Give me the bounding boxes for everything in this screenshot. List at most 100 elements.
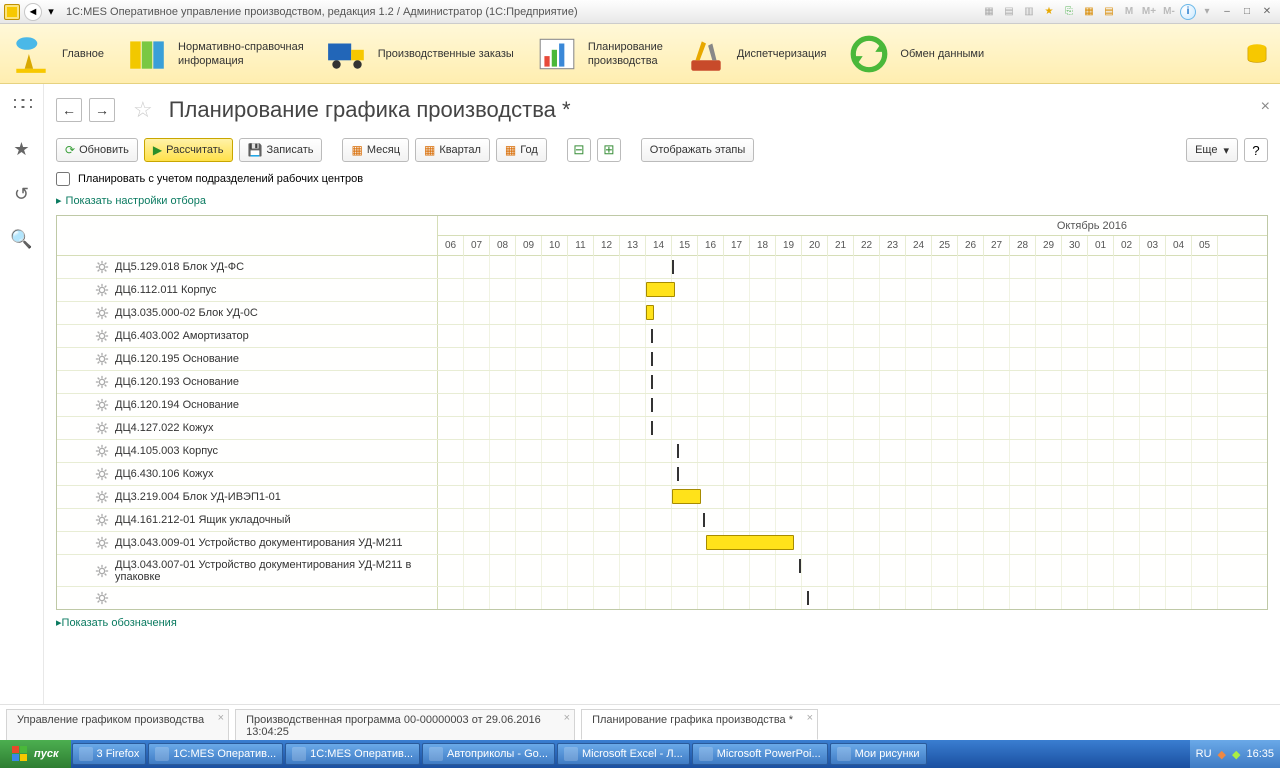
gantt-row[interactable]: ДЦ6.120.195 Основание	[57, 348, 1267, 371]
gantt-marker	[677, 444, 679, 458]
gantt-row[interactable]: ДЦ6.120.193 Основание	[57, 371, 1267, 394]
taskbar-item[interactable]: Мои рисунки	[830, 743, 927, 765]
menu-orders[interactable]: Производственные заказы	[326, 33, 514, 75]
search-icon[interactable]: 🔍	[10, 229, 32, 250]
tab-close-icon[interactable]: ×	[807, 712, 813, 724]
save-button[interactable]: 💾Записать	[239, 138, 323, 162]
m-plus-button[interactable]: M+	[1140, 4, 1158, 20]
gantt-bar[interactable]	[672, 489, 701, 504]
quarter-button[interactable]: ▦Квартал	[415, 138, 490, 162]
start-button[interactable]: пуск	[0, 740, 71, 768]
gantt-marker	[651, 398, 653, 412]
year-button[interactable]: ▦Год	[496, 138, 547, 162]
taskbar-item[interactable]: 1C:MES Оператив...	[285, 743, 420, 765]
gantt-row[interactable]: ДЦ6.403.002 Амортизатор	[57, 325, 1267, 348]
gantt-row[interactable]: ДЦ4.161.212-01 Ящик укладочный	[57, 509, 1267, 532]
toolbar-icon[interactable]: ▤	[1000, 4, 1018, 20]
lang-indicator[interactable]: RU	[1196, 748, 1212, 760]
app-icon	[564, 747, 578, 761]
tray-icon[interactable]: ◆	[1218, 748, 1226, 761]
gantt-row[interactable]: ДЦ3.219.004 Блок УД-ИВЭП1-01	[57, 486, 1267, 509]
taskbar-item[interactable]: Автоприколы - Go...	[422, 743, 555, 765]
calculate-button[interactable]: ▶Рассчитать	[144, 138, 233, 162]
content-area: × ← → ☆ Планирование графика производств…	[44, 84, 1280, 704]
collapse-button[interactable]: ⊟	[567, 138, 591, 162]
nav-back-icon[interactable]: ◄	[24, 3, 42, 21]
help-button[interactable]: ?	[1244, 138, 1268, 162]
page-close-button[interactable]: ×	[1261, 98, 1270, 116]
star-icon[interactable]: ★	[13, 139, 29, 160]
document-tab[interactable]: Управление графиком производства×	[6, 709, 229, 740]
gantt-day-header: 04	[1166, 236, 1192, 256]
gantt-bar[interactable]	[646, 282, 675, 297]
gantt-row[interactable]: ДЦ4.105.003 Корпус	[57, 440, 1267, 463]
sync-icon	[848, 33, 890, 75]
maximize-button[interactable]: □	[1238, 4, 1256, 20]
gantt-row[interactable]: ДЦ3.043.009-01 Устройство документирован…	[57, 532, 1267, 555]
gantt-row-label: ДЦ6.120.194 Основание	[115, 399, 239, 411]
gantt-row[interactable]: ДЦ3.035.000-02 Блок УД-0С	[57, 302, 1267, 325]
taskbar-item[interactable]: Microsoft Excel - Л...	[557, 743, 690, 765]
tab-close-icon[interactable]: ×	[564, 712, 570, 724]
tray-icon[interactable]: ◆	[1232, 748, 1240, 761]
minimize-button[interactable]: –	[1218, 4, 1236, 20]
gantt-day-header: 06	[438, 236, 464, 256]
refresh-button[interactable]: ⟳Обновить	[56, 138, 138, 162]
menu-dispatch[interactable]: Диспетчеризация	[685, 33, 827, 75]
m-minus-button[interactable]: M-	[1160, 4, 1178, 20]
menu-exchange[interactable]: Обмен данными	[848, 33, 984, 75]
info-dropdown[interactable]: ▾	[1198, 4, 1216, 20]
calendar-icon[interactable]: ▤	[1100, 4, 1118, 20]
more-button[interactable]: Еще▾	[1186, 138, 1238, 162]
menu-main[interactable]: Главное	[10, 33, 104, 75]
favorite-star-icon[interactable]: ☆	[133, 97, 153, 123]
show-legend-link[interactable]: ▸Показать обозначения	[56, 616, 1268, 629]
info-icon[interactable]: i	[1180, 4, 1196, 20]
document-tab[interactable]: Производственная программа 00-00000003 о…	[235, 709, 575, 740]
gantt-chart: Октябрь 2016 060708091011121314151617181…	[56, 215, 1268, 610]
gantt-row[interactable]: ДЦ6.430.106 Кожух	[57, 463, 1267, 486]
document-tab[interactable]: Планирование графика производства *×	[581, 709, 818, 740]
month-button[interactable]: ▦Месяц	[342, 138, 409, 162]
gantt-bar[interactable]	[706, 535, 794, 550]
expand-button[interactable]: ⊞	[597, 138, 621, 162]
toolbar-icon[interactable]: ▥	[1020, 4, 1038, 20]
tab-close-icon[interactable]: ×	[218, 712, 224, 724]
system-tray[interactable]: RU ◆ ◆ 16:35	[1190, 740, 1280, 768]
windows-taskbar: пуск 3 Firefox1C:MES Оператив...1C:MES О…	[0, 740, 1280, 768]
favorite-icon[interactable]: ★	[1040, 4, 1058, 20]
gantt-day-header: 24	[906, 236, 932, 256]
gear-icon	[95, 467, 109, 481]
gantt-row[interactable]: ДЦ4.127.022 Кожух	[57, 417, 1267, 440]
m-button[interactable]: M	[1120, 4, 1138, 20]
history-dropdown-icon[interactable]: ▾	[46, 3, 56, 21]
toolbar-icon[interactable]: ▦	[980, 4, 998, 20]
menu-reference[interactable]: Нормативно-справочная информация	[126, 33, 304, 75]
gantt-row[interactable]: ДЦ6.112.011 Корпус	[57, 279, 1267, 302]
calc-icon[interactable]: ▦	[1080, 4, 1098, 20]
stages-button[interactable]: Отображать этапы	[641, 138, 754, 162]
gantt-row[interactable]	[57, 587, 1267, 609]
gantt-row[interactable]: ДЦ6.120.194 Основание	[57, 394, 1267, 417]
plan-subdivisions-checkbox[interactable]	[56, 172, 70, 186]
gantt-row-label: ДЦ4.127.022 Кожух	[115, 422, 213, 434]
taskbar-item[interactable]: 3 Firefox	[72, 743, 147, 765]
forward-button[interactable]: →	[89, 98, 115, 122]
gantt-row-label: ДЦ6.112.011 Корпус	[115, 284, 216, 296]
show-filters-link[interactable]: ▸Показать настройки отбора	[56, 194, 1268, 207]
close-button[interactable]: ✕	[1258, 4, 1276, 20]
gantt-row[interactable]: ДЦ5.129.018 Блок УД-ФС	[57, 256, 1267, 279]
gantt-marker	[651, 375, 653, 389]
apps-icon[interactable]: ∷∷	[13, 94, 30, 115]
gantt-day-header: 26	[958, 236, 984, 256]
gantt-bar[interactable]	[646, 305, 654, 320]
link-icon[interactable]: ⎘	[1060, 4, 1078, 20]
taskbar-item[interactable]: Microsoft PowerPoi...	[692, 743, 828, 765]
history-icon[interactable]: ↺	[14, 184, 29, 205]
clock[interactable]: 16:35	[1246, 748, 1274, 760]
back-button[interactable]: ←	[56, 98, 82, 122]
gantt-row[interactable]: ДЦ3.043.007-01 Устройство документирован…	[57, 555, 1267, 587]
taskbar-item[interactable]: 1C:MES Оператив...	[148, 743, 283, 765]
menu-more[interactable]	[1244, 33, 1270, 75]
menu-planning[interactable]: Планирование производства	[536, 33, 663, 75]
